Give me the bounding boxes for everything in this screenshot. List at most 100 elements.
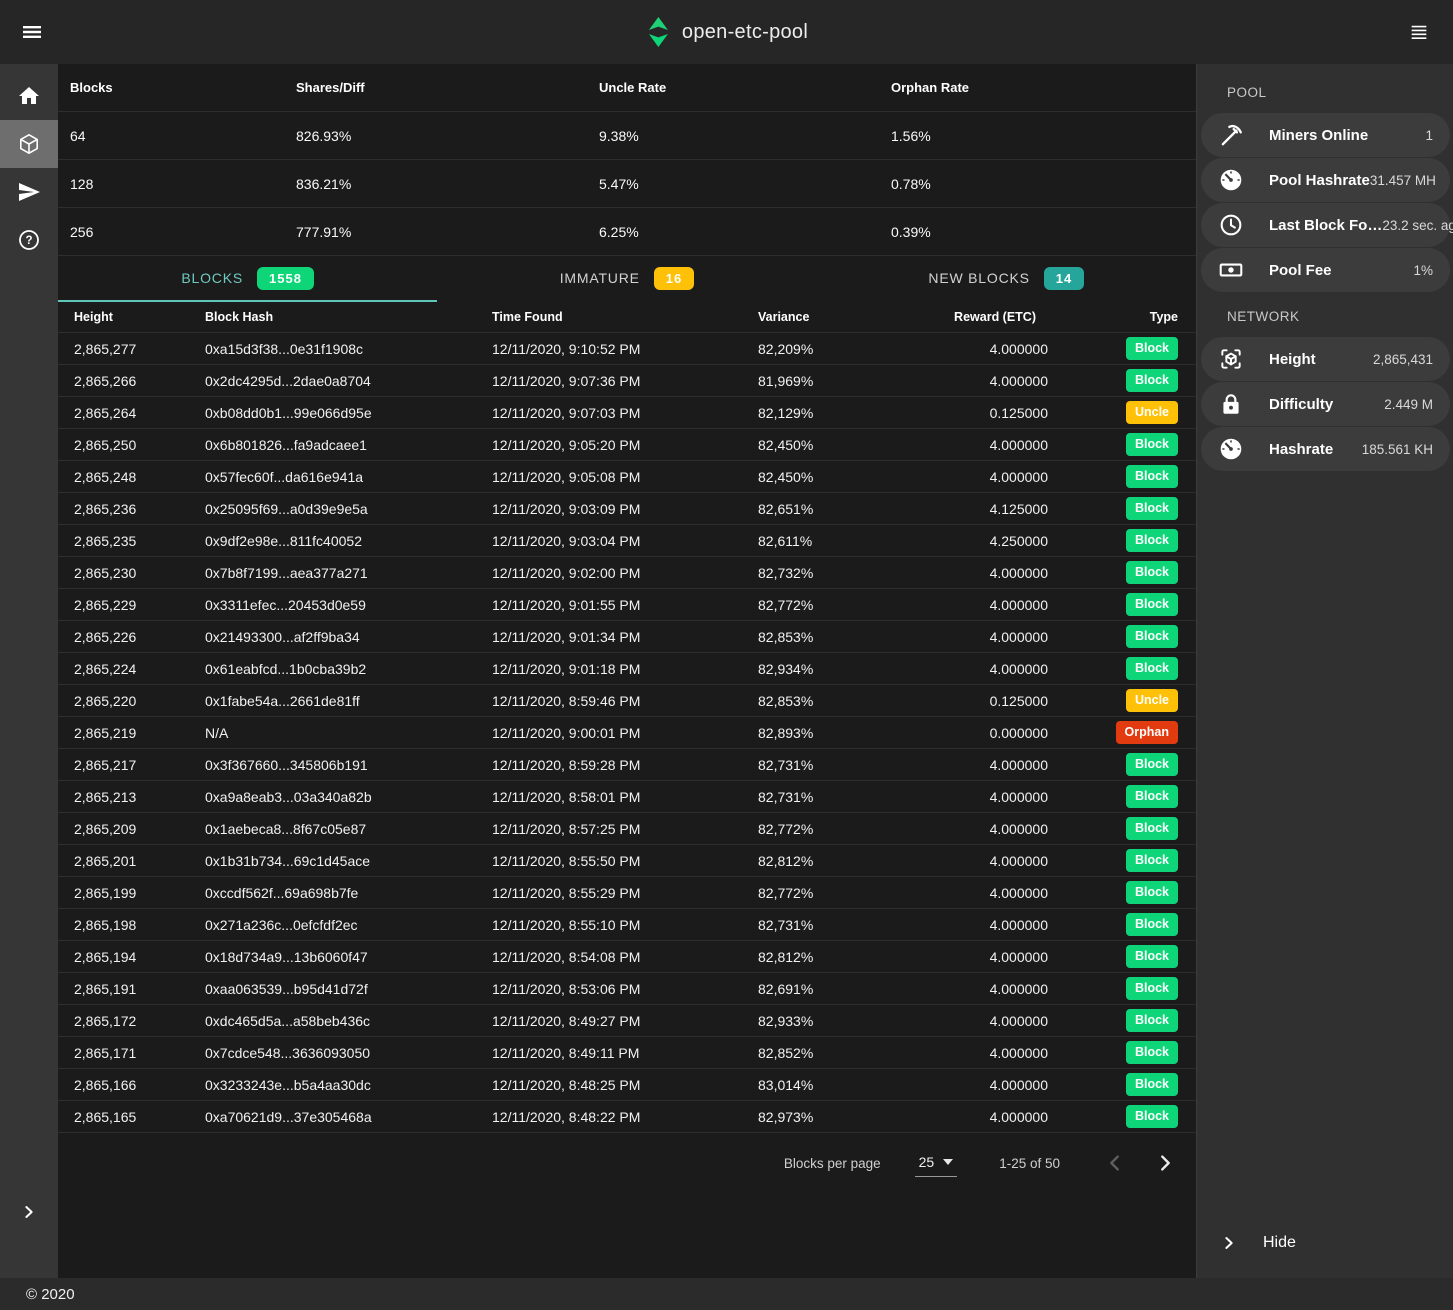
cell-height: 2,865,277 <box>74 341 205 357</box>
stat-label: Pool Hashrate <box>1269 172 1370 189</box>
tab-new-blocks[interactable]: NEW BLOCKS14 <box>817 256 1196 302</box>
block-row: 2,865,1910xaa063539...b95d41d72f12/11/20… <box>58 973 1196 1005</box>
per-page-select[interactable]: 25 <box>915 1149 958 1177</box>
block-row: 2,865,2240x61eabfcd...1b0cba39b212/11/20… <box>58 653 1196 685</box>
cell-variance: 82,731% <box>758 789 878 805</box>
block-row: 2,865,219N/A12/11/2020, 9:00:01 PM82,893… <box>58 717 1196 749</box>
block-row: 2,865,1990xccdf562f...69a698b7fe12/11/20… <box>58 877 1196 909</box>
cell-hash: 0x7b8f7199...aea377a271 <box>205 565 492 581</box>
block-row: 2,865,1980x271a236c...0efcfdf2ec12/11/20… <box>58 909 1196 941</box>
cell-height: 2,865,194 <box>74 949 205 965</box>
cell-time: 12/11/2020, 9:01:34 PM <box>492 629 758 645</box>
rail-item-home[interactable] <box>0 72 58 120</box>
blocks-tabs: BLOCKS1558IMMATURE16NEW BLOCKS14 <box>58 256 1196 302</box>
pool-section-title: POOL <box>1197 64 1453 113</box>
cell-time: 12/11/2020, 9:03:09 PM <box>492 501 758 517</box>
cell-reward: 4.000000 <box>878 469 1048 485</box>
prev-page-chevron-icon[interactable] <box>1102 1150 1128 1176</box>
type-badge-block: Block <box>1126 593 1178 615</box>
type-badge-block: Block <box>1126 753 1178 775</box>
stat-label: Difficulty <box>1269 396 1333 413</box>
stat-value: 1 <box>1425 128 1433 143</box>
rail-expand-chevron[interactable] <box>0 1192 58 1232</box>
cell-variance: 82,772% <box>758 597 878 613</box>
header-hash: Block Hash <box>205 310 492 324</box>
cell-reward: 0.125000 <box>878 405 1048 421</box>
cell-type: Block <box>1048 913 1180 935</box>
cell-time: 12/11/2020, 8:48:25 PM <box>492 1077 758 1093</box>
cell-time: 12/11/2020, 8:55:29 PM <box>492 885 758 901</box>
luck-table: Blocks Shares/Diff Uncle Rate Orphan Rat… <box>58 64 1196 256</box>
cell-hash: 0x61eabfcd...1b0cba39b2 <box>205 661 492 677</box>
block-row: 2,865,1650xa70621d9...37e305468a12/11/20… <box>58 1101 1196 1133</box>
cell-hash: 0x271a236c...0efcfdf2ec <box>205 917 492 933</box>
cell-hash: 0x18d734a9...13b6060f47 <box>205 949 492 965</box>
rail-item-send[interactable] <box>0 168 58 216</box>
copyright: © 2020 <box>26 1286 75 1303</box>
cell-reward: 4.000000 <box>878 917 1048 933</box>
cell-time: 12/11/2020, 8:49:11 PM <box>492 1045 758 1061</box>
svg-text:?: ? <box>25 235 32 247</box>
menu-icon[interactable] <box>8 8 56 56</box>
block-row: 2,865,2500x6b801826...fa9adcaee112/11/20… <box>58 429 1196 461</box>
cell-time: 12/11/2020, 9:05:08 PM <box>492 469 758 485</box>
rail-item-cube[interactable] <box>0 120 58 168</box>
cell-reward: 4.000000 <box>878 341 1048 357</box>
cell-variance: 82,893% <box>758 725 878 741</box>
cell-time: 12/11/2020, 9:07:03 PM <box>492 405 758 421</box>
gauge-icon <box>1218 436 1242 462</box>
cell-hash: 0x1aebeca8...8f67c05e87 <box>205 821 492 837</box>
caret-down-icon <box>943 1159 953 1165</box>
tab-immature[interactable]: IMMATURE16 <box>437 256 816 302</box>
type-badge-block: Block <box>1126 1041 1178 1063</box>
stat-card-pool-fee: Pool Fee1% <box>1201 248 1450 292</box>
tab-blocks[interactable]: BLOCKS1558 <box>58 256 437 302</box>
cell-height: 2,865,229 <box>74 597 205 613</box>
stat-label: Hashrate <box>1269 441 1333 458</box>
stat-value: 23.2 sec. ago <box>1382 218 1453 233</box>
luck-table-header: Blocks Shares/Diff Uncle Rate Orphan Rat… <box>58 64 1196 112</box>
block-row: 2,865,2200x1fabe54a...2661de81ff12/11/20… <box>58 685 1196 717</box>
cell-height: 2,865,191 <box>74 981 205 997</box>
gauge-icon <box>1218 167 1242 193</box>
cell-hash: 0x6b801826...fa9adcaee1 <box>205 437 492 453</box>
tab-count-badge: 14 <box>1044 267 1084 290</box>
cell-time: 12/11/2020, 8:59:28 PM <box>492 757 758 773</box>
cell-time: 12/11/2020, 9:03:04 PM <box>492 533 758 549</box>
next-page-chevron-icon[interactable] <box>1152 1150 1178 1176</box>
cell-hash: 0x7cdce548...3636093050 <box>205 1045 492 1061</box>
stat-value: 2,865,431 <box>1373 352 1433 367</box>
cell-hash: 0x25095f69...a0d39e9e5a <box>205 501 492 517</box>
page-range: 1-25 of 50 <box>999 1156 1060 1171</box>
etc-logo-icon <box>645 17 671 47</box>
cell-reward: 4.000000 <box>878 597 1048 613</box>
cell-reward: 0.000000 <box>878 725 1048 741</box>
header-height: Height <box>74 310 205 324</box>
stat-card-pool-hashrate: Pool Hashrate31.457 MH <box>1201 158 1450 202</box>
luck-cell-uncle: 5.47% <box>599 176 891 192</box>
cell-variance: 82,772% <box>758 821 878 837</box>
cash-icon <box>1218 257 1242 283</box>
menu-right-icon[interactable] <box>1395 8 1443 56</box>
cell-height: 2,865,226 <box>74 629 205 645</box>
cell-hash: 0x1fabe54a...2661de81ff <box>205 693 492 709</box>
luck-header-orphan: Orphan Rate <box>891 80 1196 95</box>
cell-variance: 82,129% <box>758 405 878 421</box>
luck-header-shares: Shares/Diff <box>296 80 599 95</box>
luck-cell-uncle: 9.38% <box>599 128 891 144</box>
cell-height: 2,865,235 <box>74 533 205 549</box>
cell-height: 2,865,166 <box>74 1077 205 1093</box>
rail-item-help[interactable]: ? <box>0 216 58 264</box>
type-badge-block: Block <box>1126 913 1178 935</box>
cell-type: Block <box>1048 529 1180 551</box>
type-badge-block: Block <box>1126 1073 1178 1095</box>
cell-type: Block <box>1048 945 1180 967</box>
cell-type: Block <box>1048 1009 1180 1031</box>
hide-panel-button[interactable]: Hide <box>1197 1208 1453 1278</box>
cell-height: 2,865,236 <box>74 501 205 517</box>
stat-value: 185.561 KH <box>1362 442 1433 457</box>
cell-reward: 4.000000 <box>878 789 1048 805</box>
cell-hash: 0x2dc4295d...2dae0a8704 <box>205 373 492 389</box>
type-badge-block: Block <box>1126 369 1178 391</box>
cell-time: 12/11/2020, 9:10:52 PM <box>492 341 758 357</box>
